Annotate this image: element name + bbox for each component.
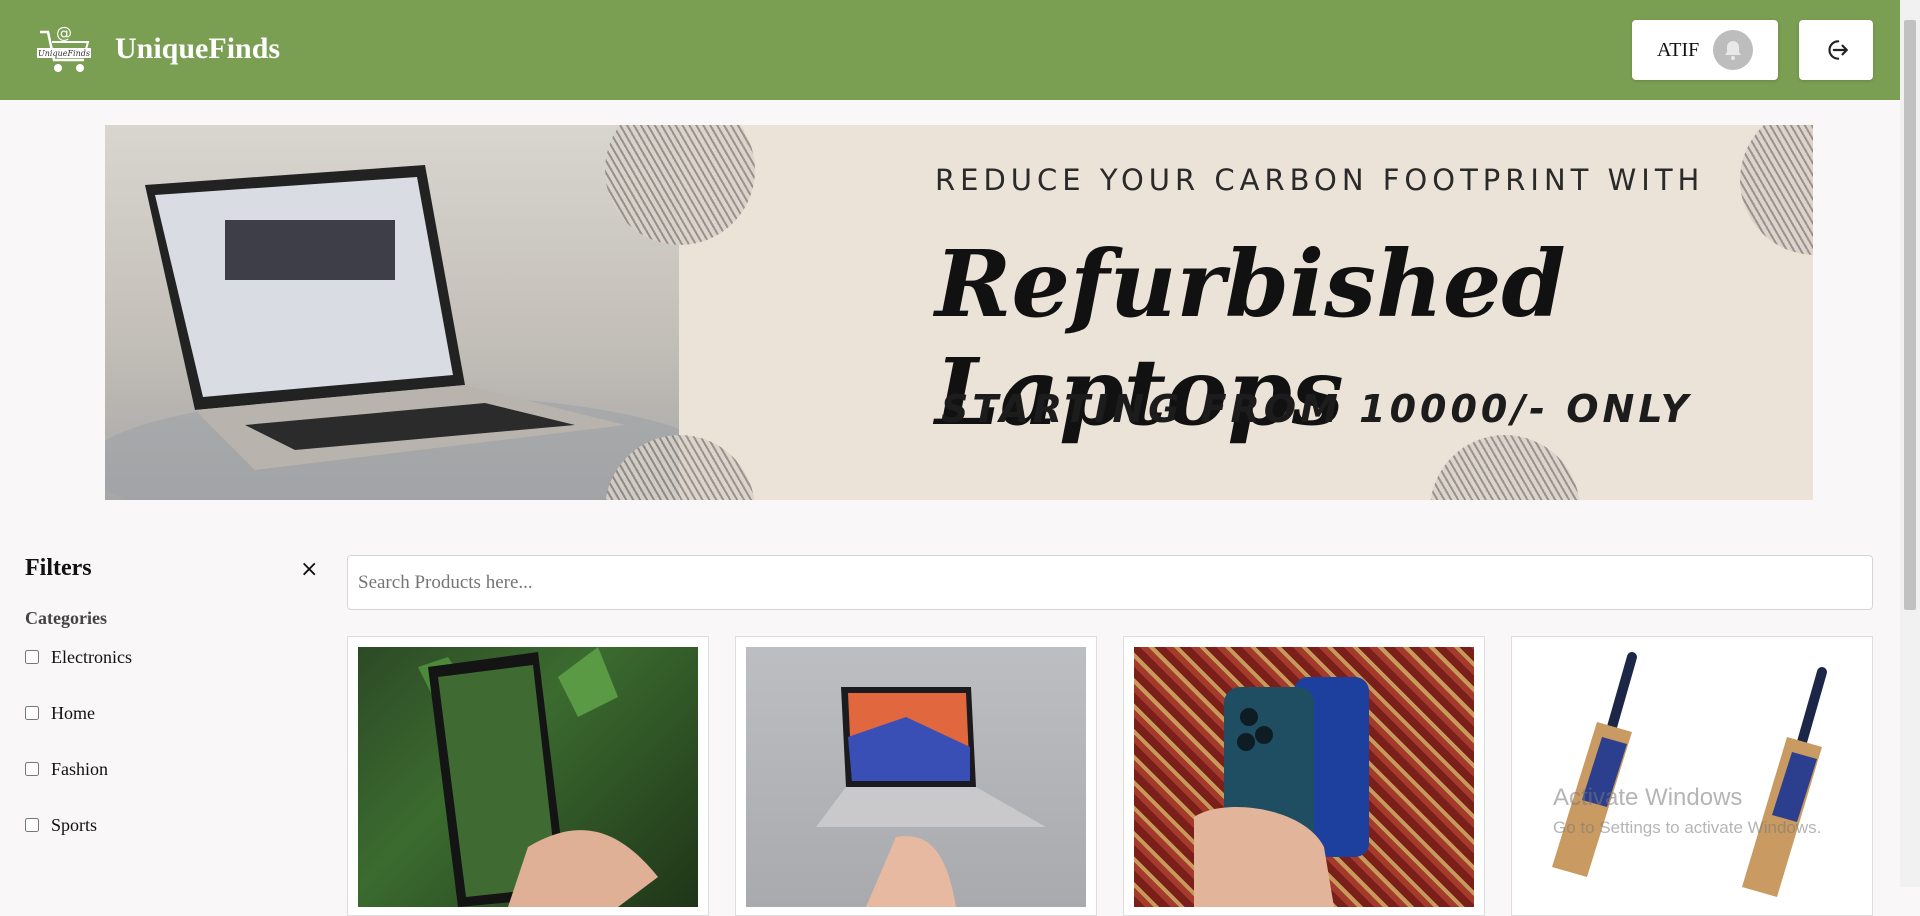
page-scrollbar[interactable]: [1900, 0, 1920, 887]
scrollbar-thumb[interactable]: [1904, 20, 1916, 610]
os-activation-watermark: Activate Windows: [1553, 784, 1743, 811]
product-card[interactable]: [1123, 636, 1485, 916]
os-activation-hint: Go to Settings to activate Windows.: [1553, 818, 1822, 837]
product-card[interactable]: [735, 636, 1097, 916]
close-icon[interactable]: ×: [300, 557, 318, 582]
category-label: Fashion: [51, 758, 109, 779]
logout-button[interactable]: [1799, 20, 1873, 80]
banner-headline: REDUCE YOUR CARBON FOOTPRINT WITH: [935, 163, 1705, 197]
brand-name[interactable]: UniqueFinds: [115, 32, 280, 66]
category-option-home[interactable]: Home: [25, 685, 325, 741]
user-notification-button[interactable]: ATIF: [1632, 20, 1778, 80]
category-checkbox[interactable]: [25, 650, 39, 664]
top-navbar: @ UniqueFinds UniqueFinds ATIF: [0, 0, 1900, 100]
product-image[interactable]: [1134, 647, 1474, 907]
product-card[interactable]: [347, 636, 709, 916]
category-checkbox[interactable]: [25, 762, 39, 776]
banner-price-line: STARTING FROM 10000/- ONLY: [941, 387, 1693, 431]
product-image[interactable]: [1522, 647, 1862, 907]
svg-text:@: @: [56, 23, 72, 42]
category-option-sports[interactable]: Sports: [25, 797, 325, 853]
category-checkbox[interactable]: [25, 818, 39, 832]
promo-banner[interactable]: REDUCE YOUR CARBON FOOTPRINT WITH Refurb…: [105, 125, 1813, 500]
categories-heading: Categories: [25, 608, 107, 628]
product-image[interactable]: [358, 647, 698, 907]
category-label: Sports: [51, 814, 98, 835]
logo-text: UniqueFinds: [38, 49, 90, 58]
category-option-electronics[interactable]: Electronics: [25, 629, 325, 685]
category-label: Electronics: [51, 646, 132, 667]
filters-panel: Filters × Categories Electronics Home Fa…: [25, 555, 325, 853]
filters-title: Filters: [25, 555, 92, 581]
brand-logo[interactable]: @ UniqueFinds: [34, 20, 94, 78]
category-option-fashion[interactable]: Fashion: [25, 741, 325, 797]
username-label: ATIF: [1657, 38, 1700, 61]
category-checkbox[interactable]: [25, 706, 39, 720]
search-input[interactable]: [347, 555, 1873, 610]
product-image[interactable]: [746, 647, 1086, 907]
category-label: Home: [51, 702, 95, 723]
product-card[interactable]: [1511, 636, 1873, 916]
bell-icon: [1713, 30, 1754, 70]
laptop-banner-image: [105, 125, 725, 500]
logout-icon: [1828, 40, 1848, 60]
